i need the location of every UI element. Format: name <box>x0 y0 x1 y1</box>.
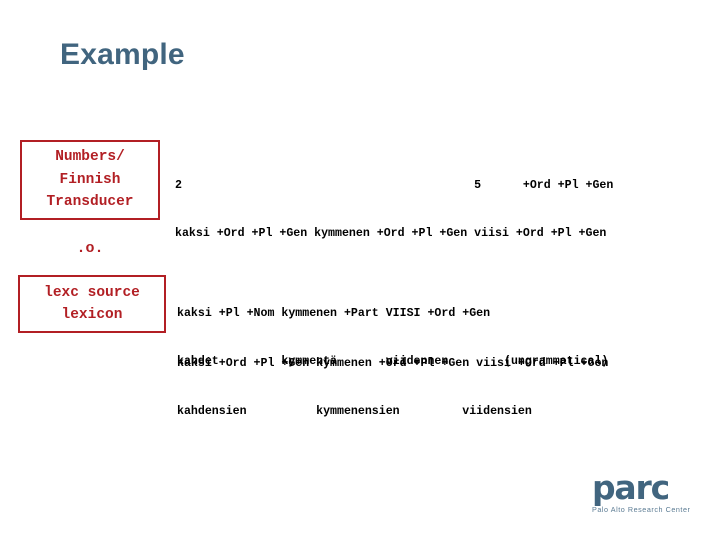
parc-wordmark: parc <box>592 468 670 507</box>
box-line-1: lexc source <box>44 284 140 301</box>
parc-logo: parc Palo Alto Research Center <box>592 468 696 515</box>
box-line-1: Numbers/ <box>55 149 125 166</box>
diagram-box-numbers-finnish-transducer[interactable]: Numbers/ Finnish Transducer <box>20 140 160 220</box>
parc-tagline: Palo Alto Research Center <box>592 505 691 514</box>
analysis-lexical-row: kaksi +Ord +Pl +Gen kymmenen +Ord +Pl +G… <box>177 357 609 370</box>
diagram-box-lexc-source-lexicon[interactable]: lexc source lexicon <box>18 275 166 333</box>
analysis-block-lower: kaksi +Ord +Pl +Gen kymmenen +Ord +Pl +G… <box>177 324 608 436</box>
box-line-2: lexicon <box>61 307 123 323</box>
page-title: Example <box>60 38 185 71</box>
analysis-block-top: 2 5 +Ord +Pl +Gen kaksi +Ord +Pl +Gen ky… <box>175 146 613 258</box>
analysis-surface-row: kahdensien kymmenensien viidensien <box>177 405 532 418</box>
box-line-3: Transducer <box>46 194 134 211</box>
analysis-lexical-row: kaksi +Pl +Nom kymmenen +Part VIISI +Ord… <box>177 307 491 320</box>
composition-operator: .o. <box>76 240 104 257</box>
analysis-lexical-row: kaksi +Ord +Pl +Gen kymmenen +Ord +Pl +G… <box>175 227 607 240</box>
analysis-surface-row: 2 5 +Ord +Pl +Gen <box>175 179 614 192</box>
box-line-2: Finnish <box>59 171 121 188</box>
